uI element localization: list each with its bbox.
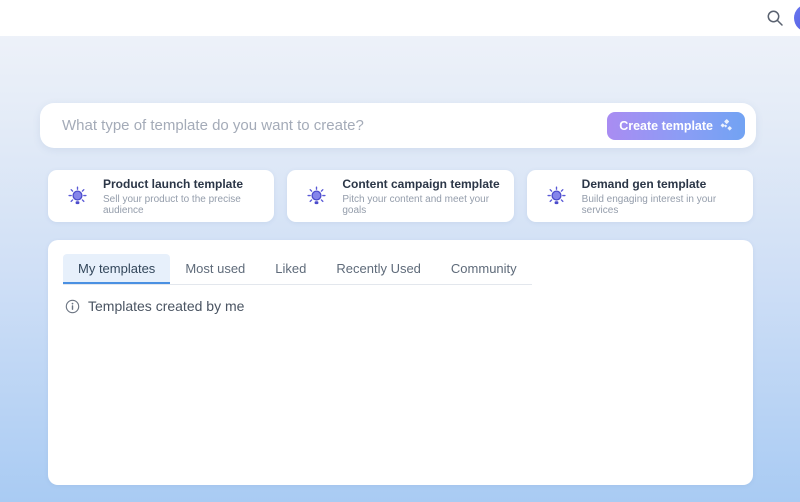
templates-panel: My templates Most used Liked Recently Us… [48,240,753,485]
card-product-launch[interactable]: Product launch template Sell your produc… [48,170,274,222]
tab-my-templates[interactable]: My templates [63,254,170,284]
tab-community[interactable]: Community [436,254,532,284]
lightbulb-icon [305,185,328,208]
tabs-bar: My templates Most used Liked Recently Us… [63,254,532,285]
prompt-bar: Create template [40,103,756,148]
search-icon[interactable] [766,9,784,27]
card-text: Demand gen template Build engaging inter… [582,177,753,216]
empty-state-row: Templates created by me [65,298,753,314]
tab-liked[interactable]: Liked [260,254,321,284]
tab-most-used[interactable]: Most used [170,254,260,284]
template-prompt-input[interactable] [40,117,607,134]
create-template-label: Create template [619,119,713,133]
lightbulb-icon [66,185,89,208]
info-circle-icon [65,299,80,314]
card-title: Content campaign template [342,177,513,191]
template-home-screen: Create template [0,0,800,502]
card-demand-gen[interactable]: Demand gen template Build engaging inter… [527,170,753,222]
lightbulb-icon [545,185,568,208]
top-bar [0,0,800,36]
suggestion-cards-row: Product launch template Sell your produc… [48,170,753,222]
card-title: Product launch template [103,177,274,191]
card-subtitle: Pitch your content and meet your goals [342,194,513,216]
card-subtitle: Sell your product to the precise audienc… [103,194,274,216]
card-content-campaign[interactable]: Content campaign template Pitch your con… [287,170,513,222]
card-subtitle: Build engaging interest in your services [582,194,753,216]
avatar[interactable] [794,4,800,32]
card-title: Demand gen template [582,177,753,191]
tab-recently-used[interactable]: Recently Used [321,254,436,284]
card-text: Product launch template Sell your produc… [103,177,274,216]
empty-state-text: Templates created by me [88,298,244,314]
sparkle-diamonds-icon [720,119,733,132]
create-template-button[interactable]: Create template [607,112,745,140]
card-text: Content campaign template Pitch your con… [342,177,513,216]
